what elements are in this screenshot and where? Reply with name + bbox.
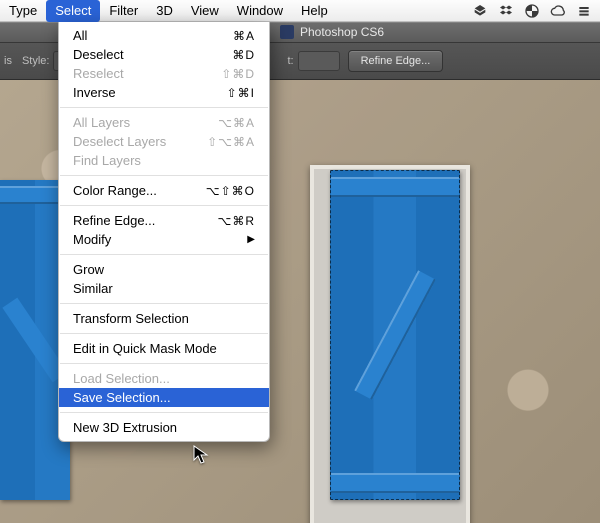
select-menu-dropdown: All⌘ADeselect⌘DReselect⇧⌘DInverse⇧⌘IAll … [58,22,270,442]
menu-item-label: Color Range... [73,183,205,198]
options-label-left: is [4,55,12,67]
menu-separator [60,107,268,108]
menu-item-modify[interactable]: Modify▶ [59,230,269,249]
menu-item-load-selection: Load Selection... [59,369,269,388]
menu-item-similar[interactable]: Similar [59,279,269,298]
menu-item-shortcut: ⇧⌥⌘A [205,135,255,149]
menu-item-label: Deselect [73,47,205,62]
menu-item-label: All Layers [73,115,205,130]
menu-item-label: Similar [73,281,205,296]
menu-item-find-layers: Find Layers [59,151,269,170]
menubar-item-type[interactable]: Type [0,0,46,22]
menu-separator [60,412,268,413]
menu-separator [60,333,268,334]
menu-item-label: Reselect [73,66,205,81]
menubar-item-select[interactable]: Select [46,0,100,22]
menu-separator [60,175,268,176]
menu-item-edit-in-quick-mask-mode[interactable]: Edit in Quick Mask Mode [59,339,269,358]
menu-item-deselect[interactable]: Deselect⌘D [59,45,269,64]
menu-separator [60,303,268,304]
options-style-label: Style: [22,55,50,67]
updrive-icon[interactable] [472,3,488,19]
menu-item-transform-selection[interactable]: Transform Selection [59,309,269,328]
menu-item-label: Transform Selection [73,311,205,326]
menu-item-all[interactable]: All⌘A [59,26,269,45]
selection-marquee[interactable] [330,170,460,500]
menu-item-label: Find Layers [73,153,205,168]
app-title-text: Photoshop CS6 [300,25,384,39]
menu-item-label: Load Selection... [73,371,205,386]
submenu-arrow-icon: ▶ [247,234,255,245]
menu-separator [60,363,268,364]
menubar-item-window[interactable]: Window [228,0,292,22]
menu-item-save-selection[interactable]: Save Selection... [59,388,269,407]
menubar-tray [472,3,600,19]
menu-item-label: Edit in Quick Mask Mode [73,341,217,356]
options-field-input[interactable] [298,51,340,71]
menu-separator [60,205,268,206]
menu-item-label: Grow [73,262,205,277]
menu-item-shortcut: ⌘D [205,48,255,62]
menu-item-shortcut: ⌘A [205,29,255,43]
menu-item-label: Modify [73,232,247,247]
menu-item-shortcut: ⇧⌘I [205,86,255,100]
menubar-item-3d[interactable]: 3D [147,0,182,22]
menu-item-shortcut: ⌥⌘A [205,116,255,130]
options-field-label: t: [287,55,293,67]
pinwheel-icon[interactable] [524,3,540,19]
creative-cloud-icon[interactable] [550,3,566,19]
menu-item-reselect: Reselect⇧⌘D [59,64,269,83]
menu-item-shortcut: ⌥⌘R [205,214,255,228]
menu-item-label: Deselect Layers [73,134,205,149]
menu-item-label: Refine Edge... [73,213,205,228]
menu-item-shortcut: ⌥⇧⌘O [205,184,255,198]
notification-icon[interactable] [576,3,592,19]
menubar-item-filter[interactable]: Filter [100,0,147,22]
menu-separator [60,254,268,255]
menu-item-new-3d-extrusion[interactable]: New 3D Extrusion [59,418,269,437]
menu-item-label: New 3D Extrusion [73,420,205,435]
menu-item-shortcut: ⇧⌘D [205,67,255,81]
menubar-item-help[interactable]: Help [292,0,337,22]
menu-item-label: Save Selection... [73,390,205,405]
menu-item-inverse[interactable]: Inverse⇧⌘I [59,83,269,102]
menu-item-color-range[interactable]: Color Range...⌥⇧⌘O [59,181,269,200]
dropbox-icon[interactable] [498,3,514,19]
menu-item-deselect-layers: Deselect Layers⇧⌥⌘A [59,132,269,151]
menu-item-refine-edge[interactable]: Refine Edge...⌥⌘R [59,211,269,230]
menu-item-label: All [73,28,205,43]
app-icon [280,25,294,39]
refine-edge-button[interactable]: Refine Edge... [348,50,444,72]
menu-item-all-layers: All Layers⌥⌘A [59,113,269,132]
mac-menubar: TypeSelectFilter3DViewWindowHelp [0,0,600,22]
menu-item-grow[interactable]: Grow [59,260,269,279]
menubar-item-view[interactable]: View [182,0,228,22]
menu-item-label: Inverse [73,85,205,100]
